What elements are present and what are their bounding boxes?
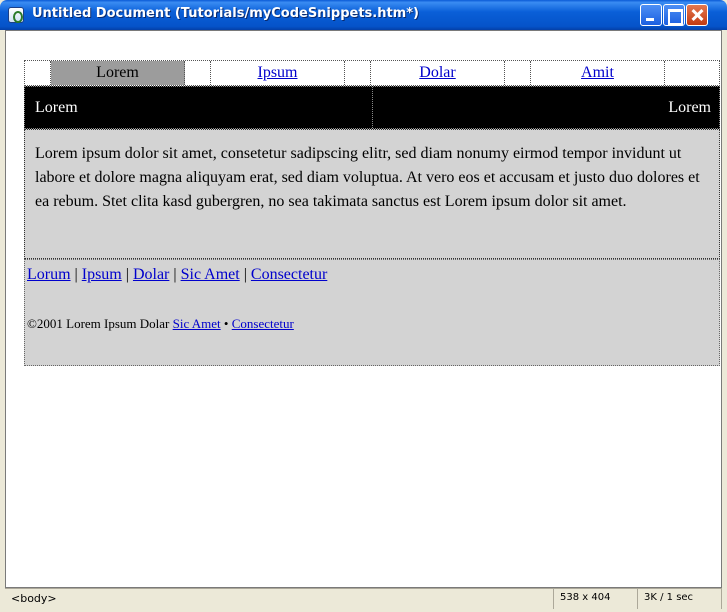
body-paragraph: Lorem ipsum dolor sit amet, consetetur s… xyxy=(24,129,720,259)
separator: | xyxy=(239,266,251,283)
nav-spacer xyxy=(505,61,531,85)
nav-spacer xyxy=(345,61,371,85)
footer: Lorum | Ipsum | Dolar | Sic Amet | Conse… xyxy=(24,259,720,366)
header-left-text: Lorem xyxy=(25,87,373,128)
download-stats: 3K / 1 sec xyxy=(637,589,722,609)
tag-selector[interactable]: <body> xyxy=(11,592,57,605)
nav-link-ipsum[interactable]: Ipsum xyxy=(258,64,298,82)
separator: | xyxy=(70,266,82,283)
header-bar: Lorem Lorem xyxy=(24,86,720,129)
nav-item-lorem[interactable]: Lorem xyxy=(51,61,185,85)
footer-nav: Lorum | Ipsum | Dolar | Sic Amet | Conse… xyxy=(27,266,327,284)
footer-link-consectetur[interactable]: Consectetur xyxy=(251,266,327,283)
maximize-button[interactable] xyxy=(663,4,685,26)
nav-item-dolar[interactable]: Dolar xyxy=(371,61,505,85)
design-view[interactable]: Lorem Ipsum Dolar Amit Lorem Lorem Lorem… xyxy=(5,30,722,588)
nav-spacer xyxy=(185,61,211,85)
minimize-button[interactable] xyxy=(640,4,662,26)
nav-bar: Lorem Ipsum Dolar Amit xyxy=(24,60,720,86)
footer-link-lorum[interactable]: Lorum xyxy=(27,266,71,283)
nav-item-ipsum[interactable]: Ipsum xyxy=(211,61,345,85)
footer-link-sic-amet[interactable]: Sic Amet xyxy=(181,266,240,283)
copyright: ©2001 Lorem Ipsum Dolar Sic Amet • Conse… xyxy=(27,316,294,332)
nav-spacer xyxy=(25,61,51,85)
status-bar: <body> 538 x 404 3K / 1 sec xyxy=(5,588,722,609)
close-button[interactable] xyxy=(686,4,708,26)
nav-link-dolar[interactable]: Dolar xyxy=(419,64,455,82)
dreamweaver-app-icon[interactable] xyxy=(8,7,24,23)
title-bar[interactable]: Untitled Document (Tutorials/myCodeSnipp… xyxy=(0,0,727,30)
copyright-link-consectetur[interactable]: Consectetur xyxy=(232,316,294,331)
page-layout-table: Lorem Ipsum Dolar Amit Lorem Lorem Lorem… xyxy=(24,60,720,366)
copyright-text: ©2001 Lorem Ipsum Dolar xyxy=(27,316,170,331)
app-window: Untitled Document (Tutorials/myCodeSnipp… xyxy=(0,0,727,612)
nav-item-amit[interactable]: Amit xyxy=(531,61,665,85)
separator: | xyxy=(169,266,181,283)
copyright-link-sic-amet[interactable]: Sic Amet xyxy=(173,316,221,331)
window-title: Untitled Document (Tutorials/myCodeSnipp… xyxy=(32,6,419,21)
footer-link-dolar[interactable]: Dolar xyxy=(133,266,169,283)
window-size-popup[interactable]: 538 x 404 xyxy=(553,589,637,609)
footer-link-ipsum[interactable]: Ipsum xyxy=(82,266,122,283)
separator: | xyxy=(121,266,133,283)
nav-link-amit[interactable]: Amit xyxy=(581,64,614,82)
header-right-text: Lorem xyxy=(668,98,711,116)
bullet: • xyxy=(223,316,229,331)
